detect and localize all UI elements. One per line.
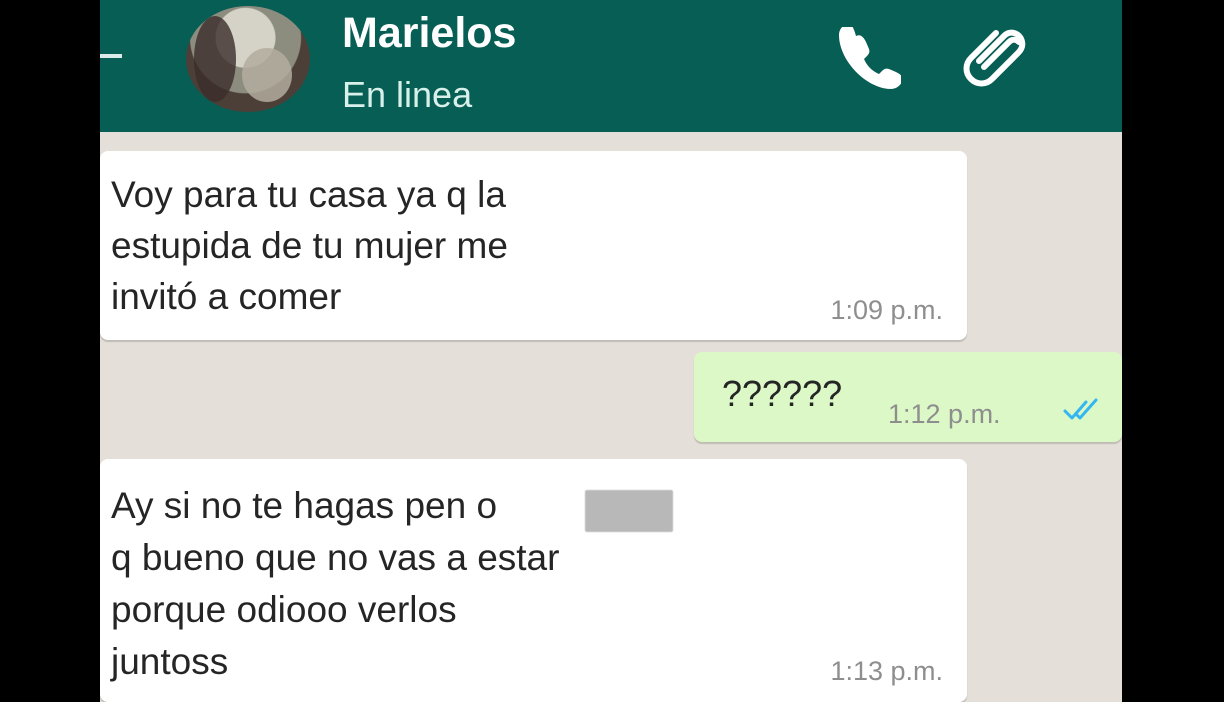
message-time: 1:12 p.m. bbox=[888, 399, 1001, 429]
outgoing-message-bubble[interactable]: ?????? 1:12 p.m. bbox=[694, 352, 1122, 442]
paperclip-icon[interactable] bbox=[960, 22, 1030, 92]
incoming-message-bubble[interactable]: Voy para tu casa ya q la estupida de tu … bbox=[100, 151, 967, 340]
back-arrow-icon[interactable] bbox=[100, 54, 122, 58]
contact-status: En linea bbox=[342, 74, 473, 115]
avatar-photo-highlight bbox=[242, 48, 292, 102]
phone-icon-graphic bbox=[839, 27, 901, 89]
chat-header: Marielos En linea bbox=[100, 0, 1122, 132]
message-text: Voy para tu casa ya q la estupida de tu … bbox=[111, 174, 508, 317]
avatar-photo-shadow bbox=[194, 16, 236, 102]
chat-screen: Marielos En linea Voy para tu casa ya q … bbox=[100, 0, 1122, 702]
message-time: 1:13 p.m. bbox=[830, 656, 943, 686]
phone-icon[interactable] bbox=[834, 24, 904, 94]
censored-word-blur bbox=[585, 490, 673, 532]
message-time: 1:09 p.m. bbox=[830, 295, 943, 325]
message-text: Ay si no te hagas pen o q bueno que no v… bbox=[111, 485, 560, 682]
contact-name[interactable]: Marielos bbox=[342, 4, 516, 62]
contact-avatar[interactable] bbox=[186, 6, 310, 112]
paperclip-icon-graphic bbox=[963, 29, 1026, 87]
incoming-message-bubble[interactable]: Ay si no te hagas pen o q bueno que no v… bbox=[100, 459, 967, 702]
message-text: ?????? bbox=[722, 373, 843, 414]
double-check-icon bbox=[1063, 398, 1098, 420]
